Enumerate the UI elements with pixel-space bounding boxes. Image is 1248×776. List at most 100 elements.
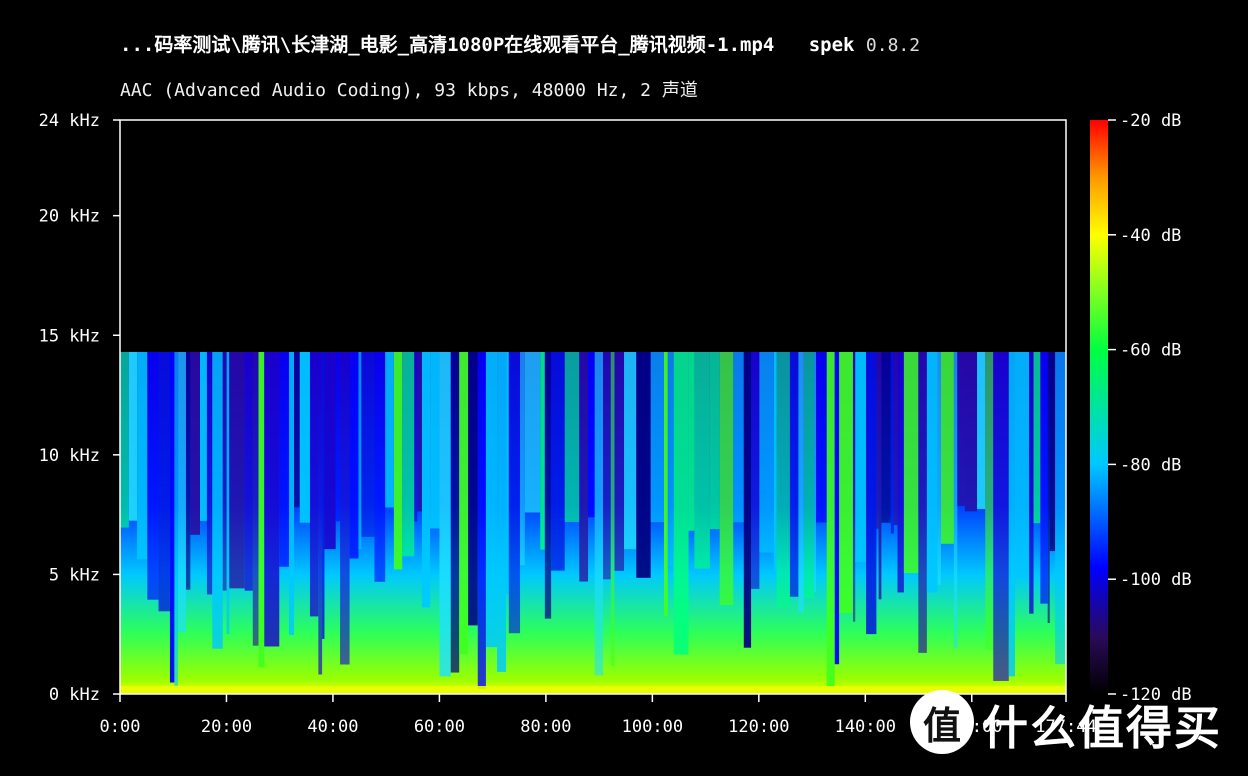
spectrum-streak (212, 351, 223, 649)
spectrum-streak (733, 351, 744, 523)
spectrum-streak (450, 351, 460, 673)
spectrum-streak (564, 351, 580, 522)
y-tick-label: 0 kHz (49, 685, 100, 705)
spectrum-streak (1029, 351, 1034, 614)
x-tick-label: 80:00 (520, 717, 571, 737)
spectrum-streak (524, 351, 541, 513)
x-tick-label: 120:00 (728, 717, 789, 737)
spectrum-streak (258, 351, 265, 668)
spectrum-streak (650, 351, 664, 523)
spectrum-streak (855, 351, 867, 563)
spectrum-streak (594, 351, 604, 676)
spectrum-streak (940, 351, 954, 544)
spectrum-streak (414, 351, 418, 522)
spectrum-streak (200, 351, 207, 521)
spectrum-streak (1040, 351, 1048, 604)
spectrogram-chart: 0 kHz 5 kHz 10 kHz 15 kHz 20 kHz 24 kHz 0:00 20… (39, 111, 1192, 737)
colorbar-tick-label: -60 dB (1120, 341, 1181, 361)
spectrum-streak (953, 351, 958, 649)
spectrum-streak (624, 351, 637, 550)
spectrum-streak (174, 351, 179, 686)
colorbar-tick-label: -100 dB (1120, 570, 1192, 590)
spectrum-streak (430, 351, 440, 529)
spectrum-streak (688, 351, 695, 531)
spectrum-streak (322, 351, 325, 639)
spectrum-streak (178, 351, 186, 633)
spectrum-streak (402, 351, 415, 557)
spectrum-streak (335, 351, 341, 522)
x-tick-label: 20:00 (201, 717, 252, 737)
x-tick-label: 0:00 (100, 717, 141, 737)
spectrum-streak (222, 351, 227, 591)
spectrum-streak (985, 351, 994, 650)
spectrum-streak (294, 351, 300, 508)
spectrum-streak (839, 351, 853, 614)
spectrum-streak (497, 351, 507, 672)
x-tick-label: 40:00 (307, 717, 358, 737)
spectrum-streak (977, 351, 986, 510)
spectrum-streak (318, 351, 323, 675)
spectrum-streak (798, 351, 804, 614)
colorbar-tick-label: -20 dB (1120, 111, 1181, 131)
spectrum-streak (169, 351, 175, 683)
spectrum-streak (751, 351, 760, 589)
spectrum-streak (185, 351, 191, 590)
spectrum-streak (128, 351, 138, 521)
spectrum-streak (393, 351, 403, 570)
y-tick-label: 15 kHz (39, 326, 100, 346)
spectrum-streak (477, 351, 486, 689)
spectrum-streak (893, 351, 898, 526)
spectrum-streak (937, 351, 941, 585)
watermark: 值 什么值得买 (904, 686, 1234, 756)
spectrum-streak (694, 351, 710, 569)
brand-text: 什么值得买 (982, 701, 1222, 755)
spectrum-streak (881, 351, 891, 523)
spectrum-streak (361, 351, 375, 537)
spectrum-streak (459, 351, 469, 654)
spectrum-streak (508, 351, 521, 634)
x-tick-label: 60:00 (414, 717, 465, 737)
spectrum-streak (309, 351, 319, 617)
spectrum-streak (1033, 351, 1041, 524)
spectrum-streak (743, 351, 752, 648)
spectrum-streak (1047, 351, 1050, 624)
spectrum-streak (719, 351, 734, 606)
spectrum-streak (610, 351, 615, 666)
spectrum-streak (890, 351, 894, 534)
spectrum-streak (385, 351, 394, 508)
spectrum-streak (759, 351, 774, 553)
spectrum-streak (803, 351, 815, 599)
colorbar: -20 dB-40 dB-60 dB-80 dB-100 dB-120 dB (1090, 111, 1192, 705)
spectrum-streak (636, 351, 651, 578)
spectrum-streak (776, 351, 790, 608)
spectrum-streak (540, 351, 545, 550)
y-tick-label: 5 kHz (49, 565, 100, 585)
spectrum-streak (252, 351, 259, 646)
spectrum-streak (137, 351, 148, 560)
spectrum-streak (603, 351, 611, 580)
colorbar-gradient (1090, 120, 1108, 694)
y-tick-label: 20 kHz (39, 207, 100, 227)
spectrum-streak (520, 351, 525, 566)
spectrum-streak (1008, 351, 1015, 677)
spectrum-streak (1014, 351, 1030, 579)
spectrum-streak (878, 351, 882, 600)
spectrum-streak (226, 351, 230, 634)
spectrum-streak (244, 351, 253, 591)
spectrum-streak (918, 351, 927, 653)
spectrum-streak (993, 351, 1009, 681)
spectrum-streak (206, 351, 213, 595)
spectrum-streak (789, 351, 799, 597)
spectrum-streak (579, 351, 589, 582)
spectrum-streak (358, 351, 362, 550)
spectrum-streak (903, 351, 919, 574)
x-tick-label: 140:00 (835, 717, 896, 737)
spectrum-streak (588, 351, 595, 518)
spectrum-streak (229, 351, 245, 589)
spectrum-streak (816, 351, 827, 523)
spectrum-streak (468, 351, 478, 626)
spectrum-streak (340, 351, 350, 665)
spectrum-streak (120, 351, 129, 528)
spectrum-streak (663, 351, 668, 617)
spectrum-streak (673, 351, 689, 655)
